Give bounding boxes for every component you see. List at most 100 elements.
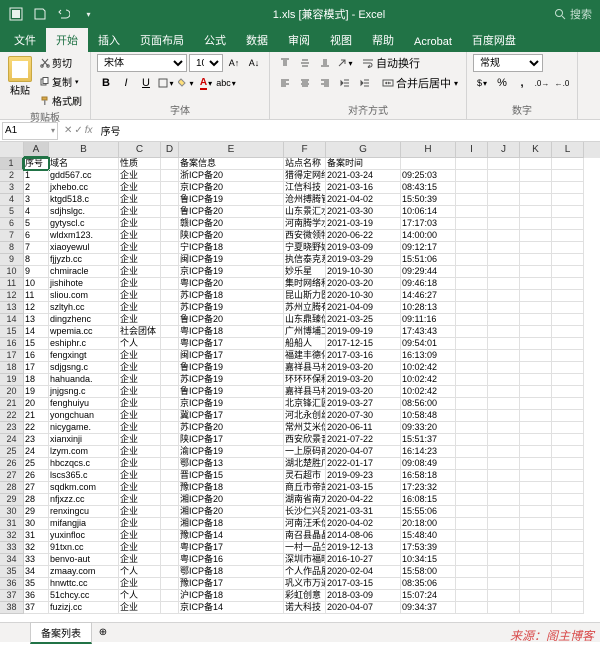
cell[interactable]: 一村一品生 (284, 542, 326, 554)
cell[interactable]: 20 (24, 398, 49, 410)
cell[interactable]: gdd567.cc (49, 170, 119, 182)
cell[interactable] (161, 158, 179, 170)
cell[interactable] (161, 470, 179, 482)
cell[interactable]: 2021-04-02 (326, 194, 401, 206)
row-header[interactable]: 2 (0, 170, 24, 182)
cell[interactable] (488, 590, 520, 602)
cell[interactable]: 彩虹创意 (284, 590, 326, 602)
cell[interactable]: 西安欣景音 (284, 434, 326, 446)
cell[interactable] (161, 362, 179, 374)
format-painter-button[interactable]: 格式刷 (38, 92, 84, 109)
cell[interactable] (552, 326, 584, 338)
cell[interactable]: jnjgsng.c (49, 386, 119, 398)
cell[interactable] (456, 218, 488, 230)
cell[interactable]: 江信科技 (284, 182, 326, 194)
cell[interactable] (552, 566, 584, 578)
row-header[interactable]: 31 (0, 518, 24, 530)
qat-customize-icon[interactable] (78, 4, 98, 24)
cell[interactable] (161, 458, 179, 470)
cell[interactable] (488, 494, 520, 506)
cell[interactable]: 河北永创丝 (284, 410, 326, 422)
cell[interactable]: sdjhslgc. (49, 206, 119, 218)
cell[interactable] (552, 230, 584, 242)
cell[interactable] (552, 350, 584, 362)
cell[interactable] (161, 494, 179, 506)
cell[interactable]: 西安微领特 (284, 230, 326, 242)
cell[interactable] (488, 374, 520, 386)
row-header[interactable]: 19 (0, 374, 24, 386)
row-header[interactable]: 5 (0, 206, 24, 218)
cell[interactable] (488, 326, 520, 338)
cell[interactable]: 2021-03-30 (326, 206, 401, 218)
cell[interactable] (552, 338, 584, 350)
cell[interactable]: 09:29:44 (401, 266, 456, 278)
ribbon-tab-3[interactable]: 页面布局 (130, 28, 194, 52)
merge-center-button[interactable]: 合并后居中 (380, 74, 460, 92)
cell[interactable]: 企业 (119, 530, 161, 542)
cell[interactable]: 苏ICP备18 (179, 290, 284, 302)
cell[interactable] (488, 218, 520, 230)
cell[interactable] (520, 458, 552, 470)
cell[interactable] (552, 362, 584, 374)
cell[interactable] (552, 182, 584, 194)
cell[interactable]: 25 (24, 458, 49, 470)
cell[interactable] (520, 494, 552, 506)
currency-icon[interactable]: $ (473, 74, 491, 92)
cell[interactable] (456, 326, 488, 338)
cell[interactable]: 企业 (119, 446, 161, 458)
cell[interactable]: 南召县晶晶 (284, 530, 326, 542)
cell[interactable] (456, 350, 488, 362)
cell[interactable] (488, 566, 520, 578)
align-right-icon[interactable] (316, 74, 334, 92)
col-header[interactable]: I (456, 142, 488, 158)
cell[interactable]: 2018-03-09 (326, 590, 401, 602)
cell[interactable]: 苏ICP备20 (179, 422, 284, 434)
cell[interactable]: 15:51:06 (401, 254, 456, 266)
cell[interactable]: 昆山斯力医 (284, 290, 326, 302)
cell[interactable]: 企业 (119, 398, 161, 410)
cell[interactable]: 2020-02-04 (326, 566, 401, 578)
cell[interactable] (488, 470, 520, 482)
cell[interactable]: yuxinfloc (49, 530, 119, 542)
cell[interactable] (520, 314, 552, 326)
cell[interactable] (456, 314, 488, 326)
cell[interactable] (161, 278, 179, 290)
cell[interactable]: 企业 (119, 542, 161, 554)
cell[interactable] (488, 242, 520, 254)
cell[interactable]: 企业 (119, 554, 161, 566)
cell[interactable]: 企业 (119, 386, 161, 398)
cell[interactable] (520, 230, 552, 242)
cell[interactable] (520, 386, 552, 398)
col-header[interactable]: L (552, 142, 584, 158)
row-header[interactable]: 35 (0, 566, 24, 578)
cell[interactable]: sqdkm.com (49, 482, 119, 494)
cell[interactable] (456, 590, 488, 602)
cell[interactable]: 京ICP备19 (179, 266, 284, 278)
cell[interactable] (161, 386, 179, 398)
cell[interactable]: 鲁ICP备20 (179, 314, 284, 326)
cell[interactable]: 2021-03-31 (326, 506, 401, 518)
cell[interactable] (488, 410, 520, 422)
cell[interactable] (552, 410, 584, 422)
align-top-icon[interactable] (276, 54, 294, 72)
cell[interactable] (552, 302, 584, 314)
cell[interactable] (552, 254, 584, 266)
cell[interactable]: hbczqcs.c (49, 458, 119, 470)
cell[interactable]: 企业 (119, 482, 161, 494)
cell[interactable]: 2020-06-22 (326, 230, 401, 242)
cell[interactable] (520, 170, 552, 182)
cell[interactable] (456, 446, 488, 458)
cell[interactable]: 2016-10-27 (326, 554, 401, 566)
ribbon-tab-0[interactable]: 文件 (4, 28, 46, 52)
cell[interactable] (161, 194, 179, 206)
cell[interactable] (552, 206, 584, 218)
cell[interactable] (161, 554, 179, 566)
cell[interactable]: 诺大科技 (284, 602, 326, 614)
cell[interactable]: 企业 (119, 506, 161, 518)
cell[interactable]: 2020-06-11 (326, 422, 401, 434)
cell[interactable] (401, 158, 456, 170)
cell[interactable] (161, 242, 179, 254)
cell[interactable]: 2 (24, 182, 49, 194)
cancel-formula-icon[interactable]: ✕ (64, 125, 72, 136)
confirm-formula-icon[interactable]: ✓ (74, 125, 82, 136)
